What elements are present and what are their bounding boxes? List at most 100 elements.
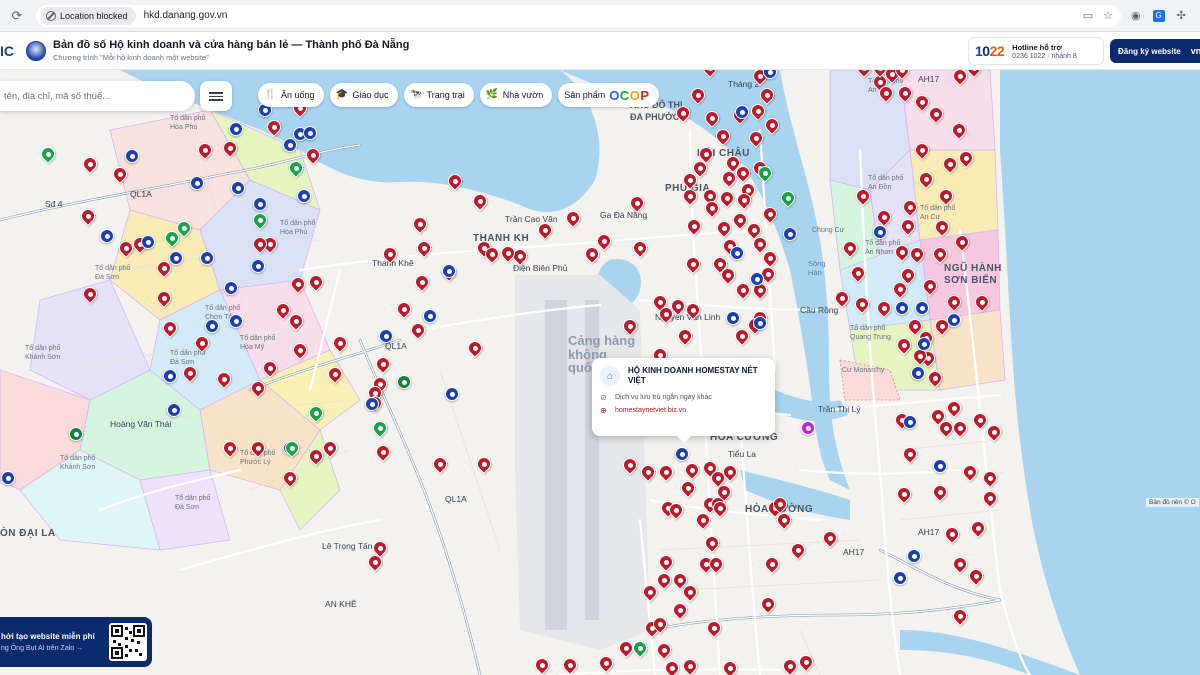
business-marker[interactable] [956, 148, 976, 169]
business-marker[interactable] [200, 251, 214, 269]
business-marker[interactable] [303, 145, 323, 166]
business-marker[interactable] [900, 444, 920, 465]
business-marker[interactable] [370, 418, 390, 439]
business-marker[interactable] [746, 128, 766, 149]
business-marker[interactable] [582, 244, 602, 265]
business-marker[interactable] [916, 169, 936, 190]
business-marker[interactable] [820, 528, 840, 549]
business-marker[interactable] [911, 366, 925, 384]
business-marker[interactable] [282, 438, 302, 459]
business-marker[interactable] [470, 191, 490, 212]
business-marker[interactable] [465, 338, 485, 359]
business-marker[interactable] [854, 70, 874, 79]
business-marker[interactable] [560, 655, 580, 675]
hotline-box[interactable]: 1022 Hotline hỗ trợ 0236 1022 · nhánh 8 [968, 37, 1104, 65]
business-marker[interactable] [688, 85, 708, 106]
business-marker[interactable] [933, 459, 947, 477]
business-marker[interactable] [915, 301, 929, 319]
business-marker[interactable] [894, 335, 914, 356]
business-marker[interactable] [984, 422, 1004, 443]
business-marker[interactable] [214, 369, 234, 390]
business-marker[interactable] [680, 582, 700, 603]
business-marker[interactable] [38, 144, 58, 165]
business-marker[interactable] [950, 70, 970, 87]
filter-settings-button[interactable] [200, 81, 232, 111]
business-marker[interactable] [848, 263, 868, 284]
business-marker[interactable] [365, 397, 379, 415]
business-marker[interactable] [654, 640, 674, 661]
business-marker[interactable] [930, 244, 950, 265]
business-marker[interactable] [720, 658, 740, 675]
business-marker[interactable] [718, 265, 738, 286]
business-marker[interactable] [650, 614, 670, 635]
business-marker[interactable] [273, 300, 293, 321]
business-marker[interactable] [325, 364, 345, 385]
business-marker[interactable] [654, 570, 674, 591]
business-marker[interactable] [702, 108, 722, 129]
business-marker[interactable] [710, 498, 730, 519]
business-marker[interactable] [932, 217, 952, 238]
business-marker[interactable] [224, 281, 238, 299]
business-marker[interactable] [778, 188, 798, 209]
business-marker[interactable] [968, 518, 988, 539]
business-marker[interactable] [780, 656, 800, 675]
brand-logo-text[interactable]: IC [0, 43, 16, 59]
business-marker[interactable] [788, 540, 808, 561]
chip-san-pham-ocop[interactable]: Sản phẩm OCOP [558, 83, 659, 107]
business-marker[interactable] [890, 279, 910, 300]
business-popup[interactable]: ⌂ HỘ KINH DOANH HOMESTAY NÉT VIỆT ⊘ Dịch… [592, 358, 775, 443]
business-marker[interactable] [69, 427, 83, 445]
business-marker[interactable] [627, 193, 647, 214]
business-marker[interactable] [912, 92, 932, 113]
business-marker[interactable] [895, 301, 909, 319]
business-marker[interactable] [410, 214, 430, 235]
business-marker[interactable] [482, 244, 502, 265]
business-marker[interactable] [160, 318, 180, 339]
business-marker[interactable] [898, 216, 918, 237]
business-marker[interactable] [190, 176, 204, 194]
business-marker[interactable] [870, 70, 890, 79]
business-marker[interactable] [220, 138, 240, 159]
business-marker[interactable] [630, 238, 650, 259]
business-marker[interactable] [535, 220, 555, 241]
business-marker[interactable] [947, 313, 961, 331]
business-marker[interactable] [680, 186, 700, 207]
business-marker[interactable] [760, 204, 780, 225]
business-marker[interactable] [964, 70, 984, 79]
business-marker[interactable] [763, 70, 777, 83]
business-marker[interactable] [373, 442, 393, 463]
business-marker[interactable] [596, 653, 616, 674]
business-marker[interactable] [675, 326, 695, 347]
business-marker[interactable] [930, 482, 950, 503]
business-marker[interactable] [893, 571, 907, 589]
business-marker[interactable] [950, 418, 970, 439]
business-marker[interactable] [801, 421, 815, 439]
business-marker[interactable] [940, 154, 960, 175]
business-marker[interactable] [853, 186, 873, 207]
business-marker[interactable] [683, 300, 703, 321]
business-marker[interactable] [832, 288, 852, 309]
business-marker[interactable] [1, 471, 15, 489]
business-marker[interactable] [414, 238, 434, 259]
business-marker[interactable] [753, 316, 767, 334]
promo-line2[interactable]: ng Ông Bụt AI trên Zalo → [1, 645, 95, 652]
location-blocked-chip[interactable]: Location blocked [40, 6, 136, 25]
business-marker[interactable] [260, 358, 280, 379]
business-marker[interactable] [892, 242, 912, 263]
business-marker[interactable] [719, 168, 739, 189]
business-marker[interactable] [80, 284, 100, 305]
business-marker[interactable] [734, 190, 754, 211]
install-app-icon[interactable]: ▭ [1083, 9, 1093, 22]
business-marker[interactable] [912, 140, 932, 161]
business-marker[interactable] [303, 126, 317, 144]
register-website-button[interactable]: Đăng ký website vn [1110, 39, 1200, 63]
business-marker[interactable] [100, 229, 114, 247]
business-marker[interactable] [250, 210, 270, 231]
business-marker[interactable] [229, 314, 243, 332]
business-marker[interactable] [286, 311, 306, 332]
business-marker[interactable] [430, 454, 450, 475]
business-marker[interactable] [180, 363, 200, 384]
address-bar[interactable]: Location blocked hkd.danang.gov.vn ▭ ☆ [36, 4, 1121, 27]
business-marker[interactable] [169, 251, 183, 269]
popup-website-link[interactable]: homestaynetviet.biz.vn [615, 407, 686, 414]
